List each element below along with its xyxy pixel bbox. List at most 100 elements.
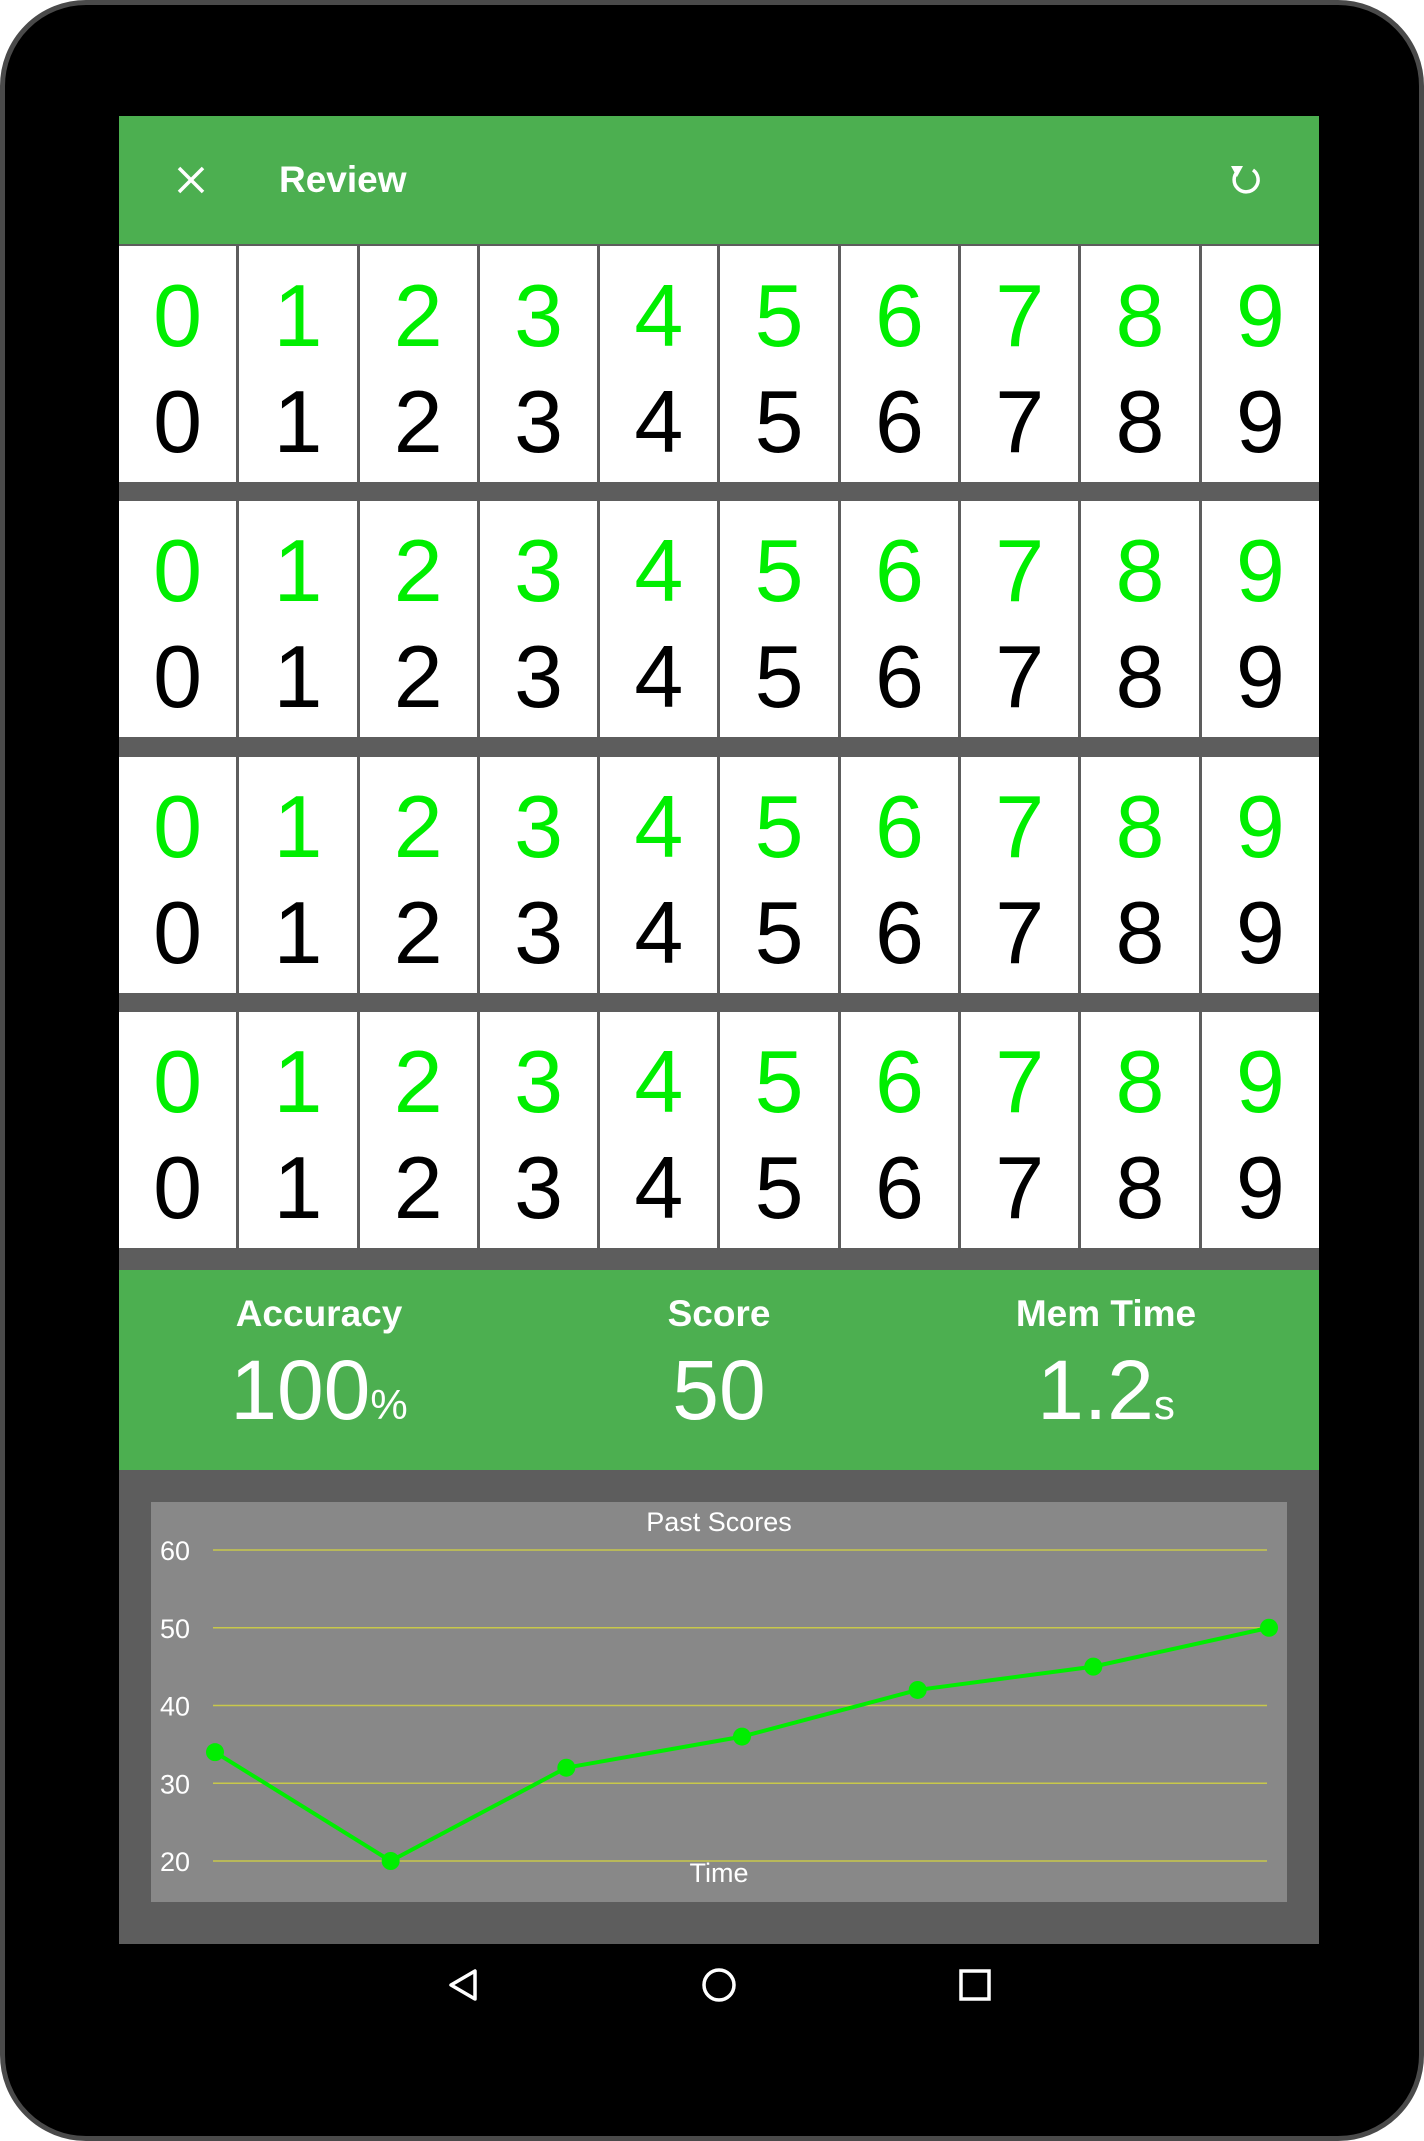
mem-time-number: 1.2 [1037, 1343, 1154, 1437]
correct-digit: 7 [995, 521, 1045, 620]
y-tick-label: 50 [160, 1614, 190, 1644]
recents-button[interactable] [945, 1955, 1005, 2015]
answer-digit: 4 [634, 883, 684, 982]
stats-panel: Accuracy 100% Score 50 Mem Time 1.2s [119, 1270, 1319, 1470]
digit-cell: 11 [239, 757, 357, 993]
digit-cell: 77 [961, 757, 1079, 993]
digit-cell: 11 [239, 501, 357, 737]
accuracy-number: 100 [230, 1343, 371, 1437]
answer-digit: 6 [874, 372, 924, 471]
correct-digit: 4 [634, 1032, 684, 1131]
y-tick-label: 40 [160, 1692, 190, 1722]
score-point [206, 1743, 224, 1762]
system-nav-bar [119, 1933, 1319, 2033]
score-point [557, 1758, 576, 1777]
y-tick-label: 20 [160, 1847, 190, 1877]
answer-digit: 0 [153, 883, 203, 982]
home-circle-icon [702, 1968, 736, 2002]
correct-digit: 6 [874, 1032, 924, 1131]
answer-digit: 0 [153, 1138, 203, 1237]
digit-cell: 44 [600, 757, 718, 993]
digit-cell: 00 [119, 1012, 237, 1248]
back-button[interactable] [433, 1955, 493, 2015]
score-stat: Score 50 [519, 1270, 919, 1470]
answer-digit: 7 [995, 627, 1045, 726]
correct-digit: 6 [874, 521, 924, 620]
answer-digit: 5 [754, 372, 804, 471]
y-tick-label: 30 [160, 1769, 190, 1799]
score-point [1260, 1618, 1278, 1637]
answer-digit: 6 [874, 627, 924, 726]
page-title: Review [279, 159, 407, 200]
answer-digit: 5 [754, 1138, 804, 1237]
digit-grid: 0011223344556677889900112233445566778899… [119, 244, 1319, 1380]
correct-digit: 8 [1115, 1032, 1165, 1131]
answer-digit: 4 [634, 627, 684, 726]
digit-cell: 11 [239, 1012, 357, 1248]
correct-digit: 2 [393, 266, 443, 365]
correct-digit: 9 [1235, 777, 1285, 876]
answer-digit: 2 [393, 1138, 443, 1237]
digit-cell: 22 [359, 1012, 477, 1248]
accuracy-value: 100% [119, 1340, 519, 1440]
answer-digit: 2 [393, 883, 443, 982]
back-triangle-icon [449, 1969, 477, 2001]
answer-digit: 1 [273, 372, 323, 471]
digit-cell: 88 [1081, 246, 1199, 482]
correct-digit: 8 [1115, 777, 1165, 876]
answer-digit: 4 [634, 372, 684, 471]
answer-digit: 2 [393, 372, 443, 471]
digit-cell: 99 [1201, 501, 1319, 737]
digit-cell: 77 [961, 501, 1079, 737]
digit-cell: 66 [840, 501, 959, 737]
digit-cell: 99 [1201, 1012, 1319, 1248]
digit-cell: 66 [840, 246, 959, 482]
digit-cell: 99 [1201, 757, 1319, 993]
digit-cell: 66 [840, 1012, 959, 1248]
digit-cell: 00 [119, 246, 237, 482]
home-button[interactable] [689, 1955, 749, 2015]
score-point [1084, 1657, 1103, 1676]
answer-digit: 9 [1235, 627, 1285, 726]
answer-digit: 7 [995, 372, 1045, 471]
score-value: 50 [672, 1343, 766, 1437]
correct-digit: 3 [514, 777, 564, 876]
close-button[interactable] [161, 150, 221, 210]
correct-digit: 3 [514, 266, 564, 365]
accuracy-label: Accuracy [235, 1293, 403, 1334]
correct-digit: 7 [995, 1032, 1045, 1131]
digit-cell: 33 [479, 1012, 598, 1248]
correct-digit: 9 [1235, 266, 1285, 365]
answer-digit: 6 [874, 883, 924, 982]
correct-digit: 4 [634, 521, 684, 620]
digit-cell: 22 [359, 757, 477, 993]
digit-cell: 44 [600, 1012, 718, 1248]
correct-digit: 8 [1115, 521, 1165, 620]
answer-digit: 8 [1115, 627, 1165, 726]
refresh-button[interactable] [1215, 150, 1275, 210]
digit-cell: 22 [359, 501, 477, 737]
digit-row: 00112233445566778899 [119, 246, 1319, 482]
correct-digit: 5 [754, 521, 804, 620]
digit-cell: 99 [1201, 246, 1319, 482]
refresh-icon [1231, 166, 1260, 194]
digit-row: 00112233445566778899 [119, 501, 1319, 737]
digit-cell: 77 [961, 246, 1079, 482]
answer-digit: 8 [1115, 372, 1165, 471]
answer-digit: 1 [273, 1138, 323, 1237]
correct-digit: 1 [273, 521, 323, 620]
y-tick-label: 60 [160, 1536, 190, 1566]
mem-time-value: 1.2s [906, 1340, 1306, 1440]
digit-row: 00112233445566778899 [119, 1012, 1319, 1248]
answer-digit: 3 [514, 627, 564, 726]
correct-digit: 9 [1235, 521, 1285, 620]
digit-cell: 33 [479, 501, 598, 737]
digit-cell: 00 [119, 757, 237, 993]
screen: Review 001122334455667788990011223344556… [119, 116, 1319, 1944]
answer-digit: 8 [1115, 883, 1165, 982]
digit-cell: 66 [840, 757, 959, 993]
correct-digit: 0 [153, 521, 203, 620]
accuracy-stat: Accuracy 100% [119, 1270, 519, 1470]
app-bar: Review [119, 116, 1319, 244]
mem-time-label: Mem Time [1015, 1293, 1197, 1334]
